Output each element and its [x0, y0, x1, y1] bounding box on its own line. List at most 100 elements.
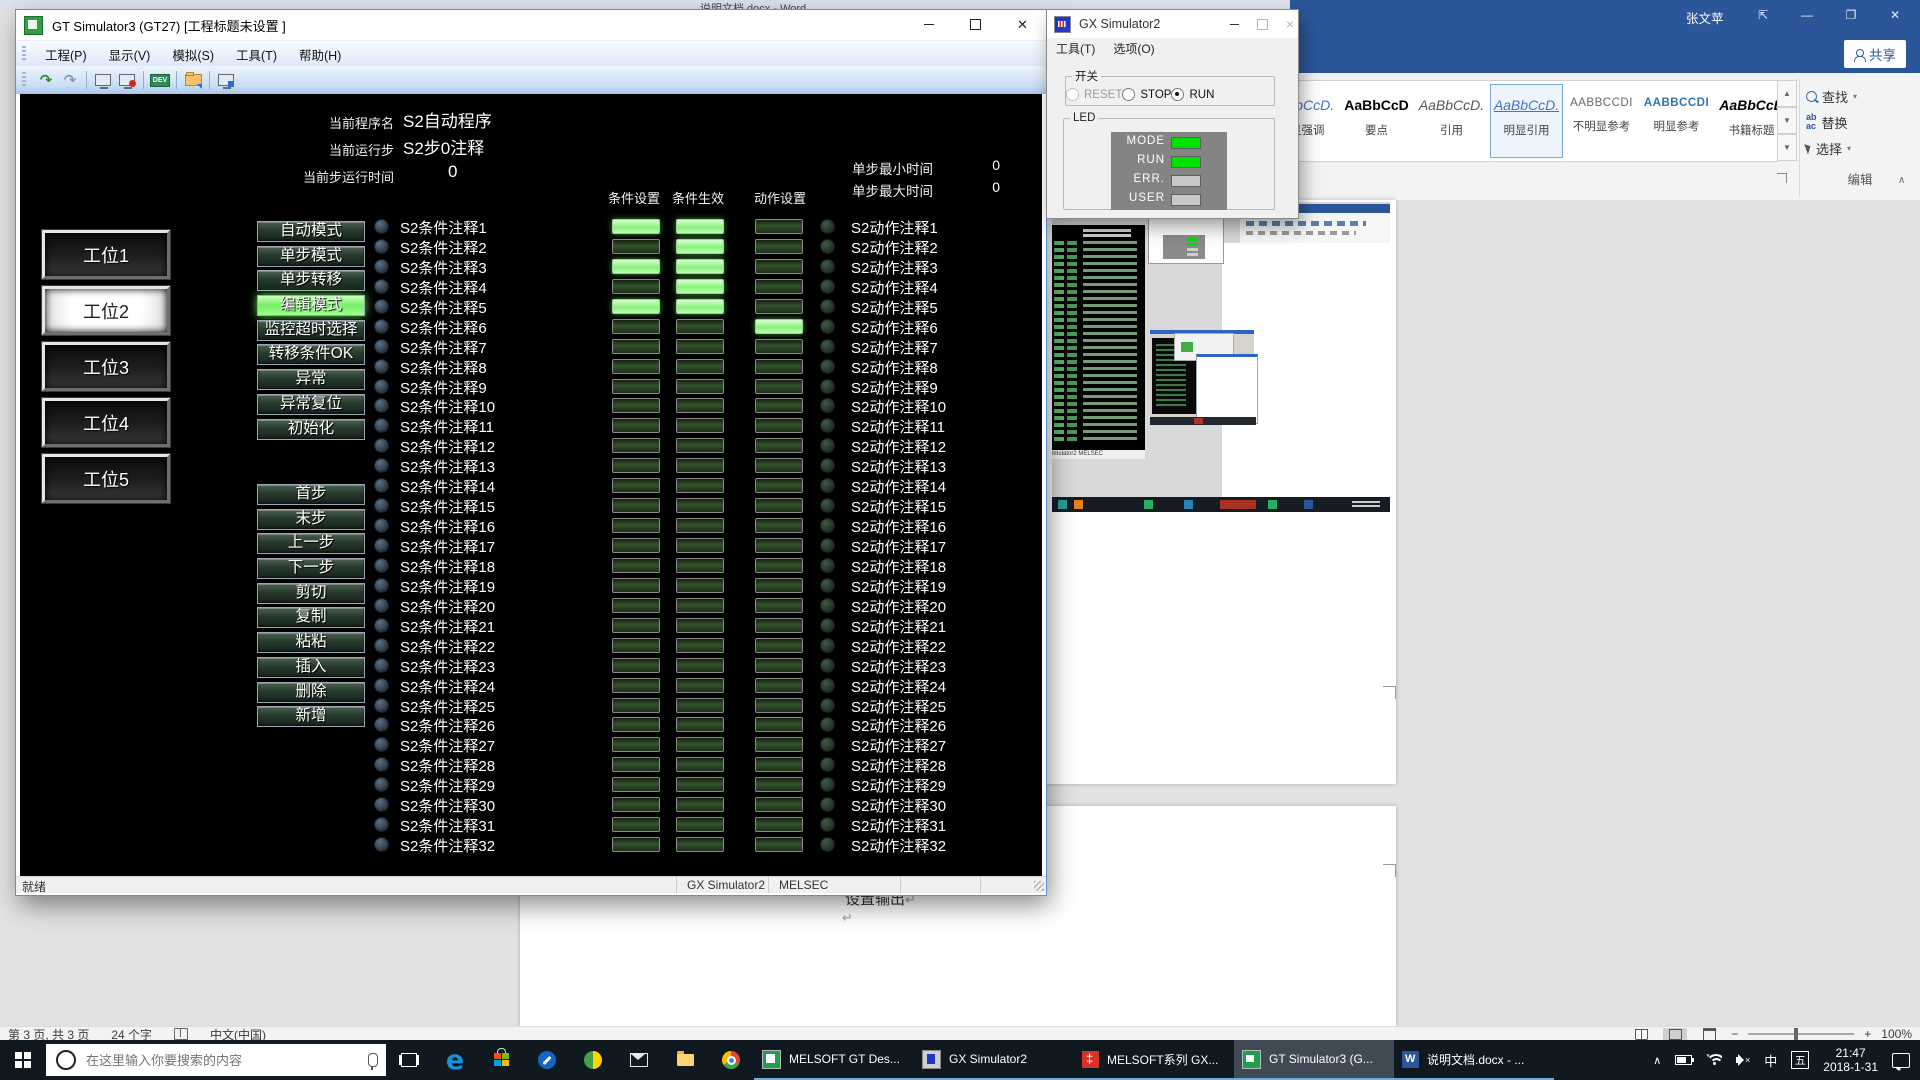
device-monitor-icon[interactable]	[149, 69, 171, 91]
chrome-icon[interactable]	[708, 1040, 754, 1080]
mode-button[interactable]: 自动模式	[257, 221, 365, 242]
style-gallery-item[interactable]: AaBbCcD. 引用	[1415, 84, 1488, 158]
style-gallery-item[interactable]: AABBCCDI 明显参考	[1640, 84, 1713, 158]
style-gallery-item[interactable]: AABBCCDI 不明显参考	[1565, 84, 1638, 158]
switch-radio[interactable]: RESET	[1066, 88, 1122, 101]
share-button[interactable]: 共享	[1844, 40, 1906, 68]
step-edit-button[interactable]: 下一步	[257, 558, 365, 579]
mode-button[interactable]: 单步模式	[257, 246, 365, 267]
taskbar-app-button[interactable]: GT Simulator3 (G...	[1234, 1040, 1394, 1080]
ime-mode-indicator[interactable]: 五	[1791, 1051, 1809, 1069]
replace-button[interactable]: abac 替换	[1806, 109, 1914, 135]
monitor-record-icon[interactable]	[116, 69, 138, 91]
gt-menu-item[interactable]: 工具(T)	[225, 45, 288, 64]
action-center-icon[interactable]	[1892, 1053, 1910, 1068]
toolbar-separator[interactable]	[143, 71, 144, 89]
step-edit-button[interactable]: 首步	[257, 484, 365, 505]
dialog-launcher-icon[interactable]	[1777, 173, 1787, 183]
start-button[interactable]	[0, 1040, 46, 1080]
ribbon-options-icon[interactable]: ⇱	[1748, 6, 1778, 24]
clock[interactable]: 21:47 2018-1-31	[1823, 1046, 1878, 1074]
music-icon[interactable]	[570, 1040, 616, 1080]
step-edit-button[interactable]: 新增	[257, 706, 365, 727]
gx-menu-item[interactable]: 选项(O)	[1104, 40, 1163, 57]
search-input[interactable]	[84, 1052, 338, 1069]
toolbar-separator[interactable]	[86, 71, 87, 89]
taskbar-app-button[interactable]: MELSOFT系列 GX...	[1074, 1040, 1234, 1080]
taskbar-app-button[interactable]: 说明文档.docx - ...	[1394, 1040, 1554, 1080]
switch-radio[interactable]: RUN	[1171, 88, 1214, 101]
read-mode-button[interactable]	[1629, 1028, 1653, 1041]
taskbar-app-button[interactable]: GX Simulator2	[914, 1040, 1074, 1080]
toolbar-separator[interactable]	[176, 71, 177, 89]
mode-button[interactable]: 转移条件OK	[257, 344, 365, 365]
taskbar-app-button[interactable]: MELSOFT GT Des...	[754, 1040, 914, 1080]
gt-menu-item[interactable]: 显示(V)	[98, 45, 162, 64]
toolbar-separator[interactable]	[209, 71, 210, 89]
task-view-icon[interactable]	[386, 1040, 432, 1080]
station-button[interactable]: 工位1	[42, 230, 170, 279]
gt-menu-item[interactable]: 模拟(S)	[161, 45, 225, 64]
proofing-icon[interactable]	[174, 1028, 188, 1040]
edge-icon[interactable]	[432, 1040, 478, 1080]
resize-grip[interactable]	[1034, 881, 1044, 891]
style-gallery-item[interactable]: AaBbCcD. 明显引用	[1490, 84, 1563, 158]
zoom-in-button[interactable]: +	[1864, 1027, 1871, 1041]
zoom-level[interactable]: 100%	[1881, 1027, 1912, 1041]
microphone-icon[interactable]	[368, 1053, 378, 1067]
zoom-out-button[interactable]: −	[1731, 1027, 1738, 1041]
step-edit-button[interactable]: 上一步	[257, 533, 365, 554]
gt-maximize-button[interactable]	[952, 10, 999, 39]
word-account-name[interactable]: 张文苹	[1686, 8, 1724, 27]
taskbar-search[interactable]	[46, 1044, 386, 1076]
monitor-icon[interactable]	[92, 69, 114, 91]
print-layout-button[interactable]	[1663, 1028, 1687, 1041]
step-edit-button[interactable]: 插入	[257, 657, 365, 678]
style-gallery-item[interactable]: AaBbCcD 书籍标题	[1715, 84, 1778, 158]
word-minimize-button[interactable]: —	[1792, 6, 1822, 24]
web-layout-button[interactable]	[1697, 1028, 1721, 1041]
word-restore-button[interactable]: ❐	[1836, 6, 1866, 24]
select-button[interactable]: 选择 ▾	[1806, 135, 1914, 161]
input-method-indicator[interactable]: 中	[1764, 1051, 1777, 1070]
zoom-slider-thumb[interactable]	[1794, 1028, 1798, 1040]
gt-menu-item[interactable]: 帮助(H)	[288, 45, 352, 64]
station-button[interactable]: 工位2	[42, 286, 170, 335]
settings-tool-icon[interactable]	[524, 1040, 570, 1080]
station-button[interactable]: 工位5	[42, 454, 170, 503]
mode-button[interactable]: 异常	[257, 369, 365, 390]
volume-muted-icon[interactable]: ×	[1736, 1054, 1750, 1066]
find-button[interactable]: 查找 ▾	[1806, 83, 1914, 109]
gallery-up-button[interactable]: ▲	[1777, 80, 1797, 107]
wifi-icon[interactable]	[1706, 1054, 1722, 1066]
station-button[interactable]: 工位3	[42, 342, 170, 391]
collapse-ribbon-icon[interactable]: ∧	[1898, 175, 1905, 186]
mode-button[interactable]: 单步转移	[257, 270, 365, 291]
simulate-start-icon[interactable]	[35, 69, 57, 91]
gt-minimize-button[interactable]	[905, 10, 952, 39]
gx-menu-item[interactable]: 工具(T)	[1047, 40, 1104, 57]
step-edit-button[interactable]: 粘粘	[257, 632, 365, 653]
hidden-icons-chevron[interactable]: ∧	[1653, 1054, 1661, 1067]
store-icon[interactable]	[478, 1040, 524, 1080]
step-edit-button[interactable]: 复制	[257, 607, 365, 628]
mail-icon[interactable]	[616, 1040, 662, 1080]
gt-menu-item[interactable]: 工程(P)	[34, 45, 98, 64]
switch-radio[interactable]: STOP	[1122, 88, 1171, 101]
mode-button[interactable]: 初始化	[257, 419, 365, 440]
simulate-stop-icon[interactable]	[59, 69, 81, 91]
style-gallery-item[interactable]: AaBbCcD 要点	[1340, 84, 1413, 158]
mode-button[interactable]: 异常复位	[257, 394, 365, 415]
gx-titlebar[interactable]: GX Simulator2 ×	[1047, 10, 1298, 38]
gallery-down-button[interactable]: ▼	[1777, 107, 1797, 134]
battery-icon[interactable]	[1675, 1055, 1692, 1065]
step-edit-button[interactable]: 末步	[257, 509, 365, 530]
file-explorer-icon[interactable]	[662, 1040, 708, 1080]
word-close-button[interactable]: ✕	[1880, 6, 1910, 24]
step-edit-button[interactable]: 剪切	[257, 583, 365, 604]
station-button[interactable]: 工位4	[42, 398, 170, 447]
gx-minimize-button[interactable]	[1230, 24, 1239, 25]
gt-titlebar[interactable]: GT Simulator3 (GT27) [工程标题未设置 ] ✕	[16, 10, 1046, 40]
mode-button[interactable]: 监控超时选择	[257, 320, 365, 341]
gt-close-button[interactable]: ✕	[999, 10, 1046, 39]
